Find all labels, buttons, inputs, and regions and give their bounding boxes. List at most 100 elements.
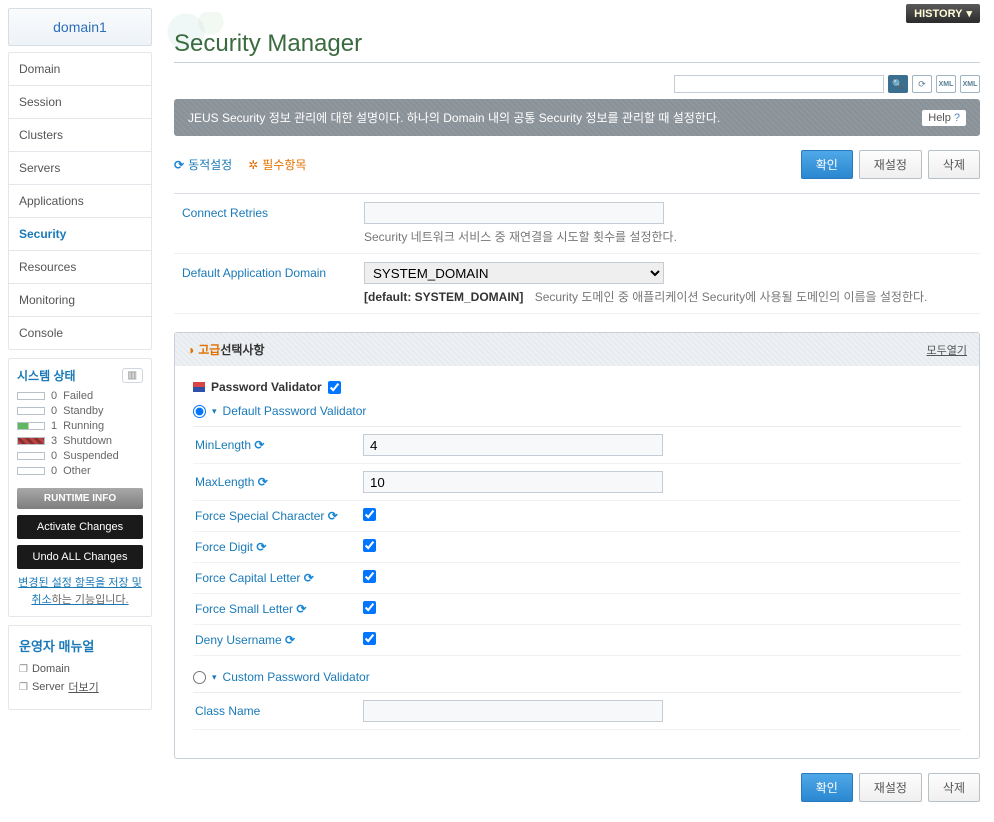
min-length-label: MinLength	[195, 438, 251, 452]
min-length-input[interactable]	[363, 434, 663, 456]
default-app-domain-default: [default: SYSTEM_DOMAIN]	[364, 290, 523, 304]
max-length-input[interactable]	[363, 471, 663, 493]
advanced-title-1: 고급	[198, 341, 220, 358]
custom-pwd-validator-radio[interactable]	[193, 671, 206, 684]
status-count-standby: 0	[51, 405, 57, 417]
refresh-icon: ⟳	[328, 509, 338, 523]
legend-dynamic: ⟳동적설정	[174, 156, 232, 173]
manual-domain[interactable]: Domain	[19, 663, 141, 675]
status-bar-other	[17, 467, 45, 475]
default-app-domain-select[interactable]: SYSTEM_DOMAIN	[364, 262, 664, 284]
deny-username-label: Deny Username	[195, 633, 282, 647]
status-count-suspended: 0	[51, 450, 57, 462]
help-button[interactable]: Help ?	[922, 110, 966, 126]
manual-server[interactable]: Server 더보기	[19, 679, 141, 695]
search-icon[interactable]: 🔍	[888, 75, 908, 93]
runtime-info-button[interactable]: RUNTIME INFO	[17, 488, 143, 509]
operator-manual-panel: 운영자 매뉴얼 Domain Server 더보기	[8, 625, 152, 710]
default-pwd-validator-label[interactable]: Default Password Validator	[223, 404, 367, 418]
chevron-down-icon: ▾	[966, 7, 972, 20]
description-bar: JEUS Security 정보 관리에 대한 설명이다. 하나의 Domain…	[174, 99, 980, 136]
help-icon: ?	[954, 112, 960, 124]
system-status-title: 시스템 상태	[17, 367, 76, 384]
connect-retries-label: Connect Retries	[174, 202, 364, 245]
delete-button-bottom[interactable]: 삭제	[928, 773, 980, 802]
legend-required-label: 필수항목	[262, 156, 306, 173]
doc-icon	[19, 681, 28, 693]
ok-button-top[interactable]: 확인	[801, 150, 853, 179]
status-label-other: Other	[63, 465, 91, 477]
warning-icon: ◑	[187, 343, 194, 357]
system-status-panel: 시스템 상태 ▥ 0Failed 0Standby 1Running 3Shut…	[8, 358, 152, 617]
custom-validator-form: Class Name	[193, 692, 961, 730]
changes-description: 변경된 설정 항목을 저장 및 취소하는 기능입니다.	[17, 575, 143, 608]
system-status-icon[interactable]: ▥	[122, 368, 143, 383]
nav-security[interactable]: Security	[9, 218, 151, 251]
operator-manual-title: 운영자 매뉴얼	[19, 636, 141, 655]
force-small-checkbox[interactable]	[363, 601, 376, 614]
status-count-shutdown: 3	[51, 435, 57, 447]
nav-list: Domain Session Clusters Servers Applicat…	[8, 52, 152, 350]
manual-server-label: Server	[32, 681, 64, 693]
nav-monitoring[interactable]: Monitoring	[9, 284, 151, 317]
reset-button-bottom[interactable]: 재설정	[859, 773, 922, 802]
open-all-link[interactable]: 모두열기	[927, 342, 967, 358]
force-special-checkbox[interactable]	[363, 508, 376, 521]
nav-session[interactable]: Session	[9, 86, 151, 119]
nav-applications[interactable]: Applications	[9, 185, 151, 218]
class-name-input[interactable]	[363, 700, 663, 722]
force-capital-checkbox[interactable]	[363, 570, 376, 583]
custom-pwd-validator-label[interactable]: Custom Password Validator	[223, 670, 370, 684]
force-capital-label: Force Capital Letter	[195, 571, 300, 585]
refresh-toolbar-icon[interactable]: ⟳	[912, 75, 932, 93]
page-title: Security Manager	[174, 30, 980, 63]
default-pwd-validator-radio[interactable]	[193, 405, 206, 418]
default-app-domain-hint: Security 도메인 중 애플리케이션 Security에 사용될 도메인의…	[535, 290, 928, 304]
collapse-icon[interactable]: ▾	[212, 672, 217, 683]
nav-servers[interactable]: Servers	[9, 152, 151, 185]
advanced-header: ◑ 고급 선택사항 모두열기	[175, 333, 979, 366]
reset-button-top[interactable]: 재설정	[859, 150, 922, 179]
status-count-running: 1	[51, 420, 57, 432]
force-special-label: Force Special Character	[195, 509, 324, 523]
status-bar-standby	[17, 407, 45, 415]
refresh-icon: ⟳	[254, 438, 264, 452]
status-bar-shutdown	[17, 437, 45, 445]
xml-import-icon[interactable]: XML	[960, 75, 980, 93]
status-bar-failed	[17, 392, 45, 400]
status-bar-running	[17, 422, 45, 430]
search-input[interactable]	[674, 75, 884, 93]
force-digit-checkbox[interactable]	[363, 539, 376, 552]
ok-button-bottom[interactable]: 확인	[801, 773, 853, 802]
refresh-icon: ⟳	[258, 475, 268, 489]
nav-clusters[interactable]: Clusters	[9, 119, 151, 152]
max-length-label: MaxLength	[195, 475, 254, 489]
status-label-suspended: Suspended	[63, 450, 119, 462]
manual-more[interactable]: 더보기	[68, 679, 98, 695]
basic-form: Connect Retries Security 네트워크 서비스 중 재연결을…	[174, 193, 980, 314]
history-button[interactable]: HISTORY ▾	[906, 4, 980, 23]
default-app-domain-label: Default Application Domain	[174, 262, 364, 305]
flag-icon	[193, 382, 205, 392]
password-validator-checkbox[interactable]	[328, 381, 341, 394]
description-text: JEUS Security 정보 관리에 대한 설명이다. 하나의 Domain…	[188, 109, 720, 126]
collapse-icon[interactable]: ▾	[212, 406, 217, 417]
legend-required: ✲필수항목	[248, 156, 306, 173]
domain-title[interactable]: domain1	[8, 8, 152, 46]
nav-domain[interactable]: Domain	[9, 53, 151, 86]
delete-button-top[interactable]: 삭제	[928, 150, 980, 179]
connect-retries-input[interactable]	[364, 202, 664, 224]
deny-username-checkbox[interactable]	[363, 632, 376, 645]
undo-changes-button[interactable]: Undo ALL Changes	[17, 545, 143, 569]
default-validator-form: MinLength ⟳ MaxLength ⟳ Force Special Ch…	[193, 426, 961, 656]
search-toolbar: 🔍 ⟳ XML XML	[174, 75, 980, 93]
status-label-shutdown: Shutdown	[63, 435, 112, 447]
status-label-standby: Standby	[63, 405, 103, 417]
activate-changes-button[interactable]: Activate Changes	[17, 515, 143, 539]
advanced-title-2: 선택사항	[220, 341, 264, 358]
nav-console[interactable]: Console	[9, 317, 151, 349]
refresh-icon: ⟳	[304, 571, 314, 585]
nav-resources[interactable]: Resources	[9, 251, 151, 284]
status-bar-suspended	[17, 452, 45, 460]
xml-export-icon[interactable]: XML	[936, 75, 956, 93]
